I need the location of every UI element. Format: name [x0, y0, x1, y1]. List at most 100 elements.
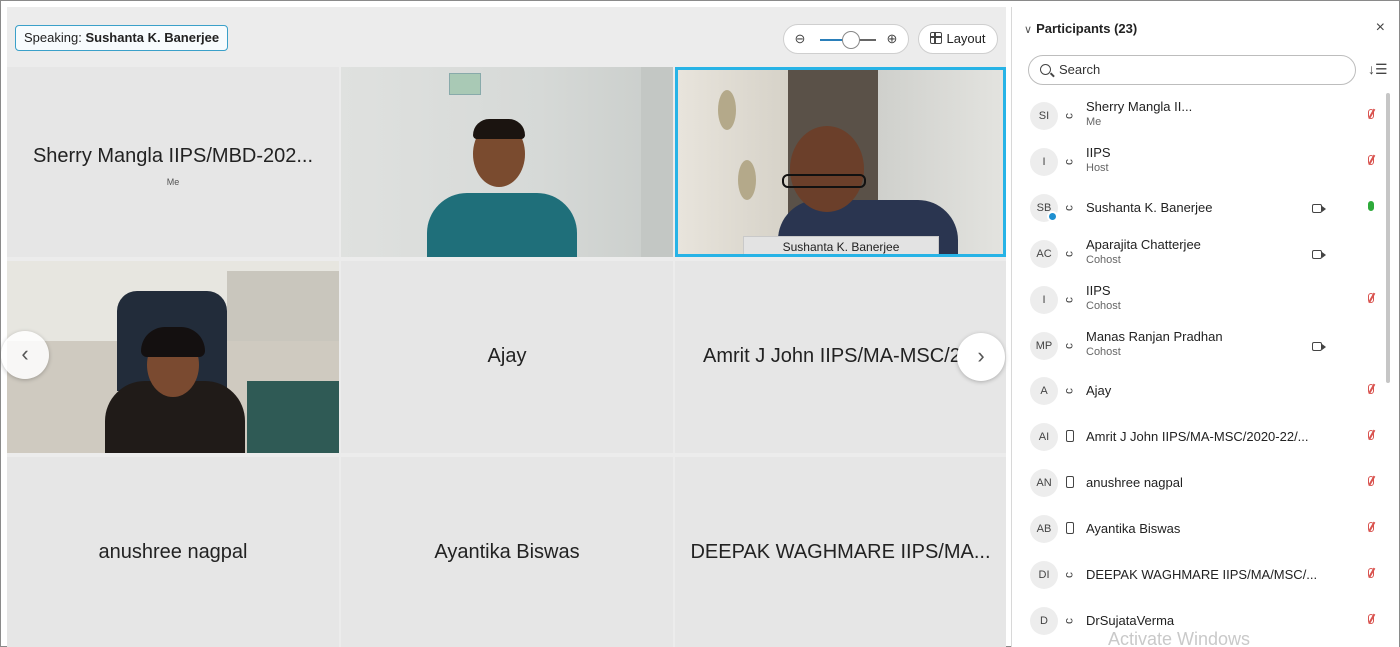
participant-row[interactable]: AB Ayantika Biswas [1012, 506, 1382, 552]
chevron-down-icon[interactable]: ∨ [1024, 24, 1032, 36]
layout-button[interactable]: Layout [918, 24, 998, 54]
headset-icon: ↄ [1063, 296, 1077, 303]
mic-muted-icon[interactable] [1368, 154, 1374, 165]
headset-icon: ↄ [1063, 250, 1077, 257]
phone-icon [1066, 476, 1074, 489]
mic-muted-icon[interactable] [1368, 476, 1374, 487]
avatar: D [1030, 606, 1058, 635]
video-tile[interactable]: Ajay [341, 261, 673, 453]
avatar: MP [1030, 331, 1058, 360]
windows-activation-watermark: Activate Windows [1108, 629, 1251, 647]
participant-name: anushree nagpal [1086, 475, 1183, 491]
mic-muted-icon[interactable] [1368, 109, 1374, 119]
participant-row[interactable]: MP ↄ Manas Ranjan Pradhan Cohost [1012, 323, 1382, 369]
zoom-handle[interactable] [842, 31, 860, 49]
layout-label: Layout [946, 31, 986, 46]
participant-row[interactable]: SI ↄ Sherry Mangla II... Me [1012, 93, 1382, 139]
speaking-indicator: Speaking: Sushanta K. Banerjee [15, 25, 229, 51]
participant-row[interactable]: Iↄ IIPS Cohost [1012, 277, 1382, 323]
participant-name: IIPS [1086, 144, 1111, 160]
camera-icon[interactable] [1312, 341, 1326, 351]
avatar: I [1030, 147, 1058, 176]
video-tile[interactable]: anushree nagpal [7, 457, 339, 647]
mic-on-icon[interactable] [1368, 200, 1374, 211]
previous-page-button[interactable]: ‹ [1, 331, 49, 379]
video-area: Speaking: Sushanta K. Banerjee ⊖ ⊕ Layou… [1, 7, 1006, 647]
participant-row[interactable]: DI ↄ DEEPAK WAGHMARE IIPS/MA/MSC/... [1012, 552, 1382, 598]
mic-muted-icon[interactable] [1368, 568, 1374, 578]
tile-name: Ayantika Biswas [434, 541, 580, 563]
mic-muted-icon[interactable] [1368, 522, 1374, 533]
headset-icon: ↄ [1063, 572, 1077, 578]
participant-name: DrSujataVerma [1086, 612, 1175, 628]
participant-search-input[interactable]: Search [1028, 55, 1356, 85]
participants-panel: ∨ Participants (23) × Search ↓☰ SI ↄ Sherry… [1011, 7, 1399, 647]
participant-row[interactable]: Aↄ Ajay [1012, 368, 1382, 414]
participant-name: Ayantika Biswas [1086, 521, 1181, 537]
video-feed [678, 70, 1003, 254]
mic-muted-icon[interactable] [1368, 292, 1374, 303]
chevron-left-icon: ‹ [21, 341, 29, 366]
avatar: DI [1030, 561, 1058, 589]
avatar: AI [1030, 423, 1058, 452]
participants-title: Participants (23) [1036, 21, 1138, 36]
tile-name: anushree nagpal [98, 541, 248, 563]
tile-name: Ajay [487, 345, 527, 367]
scrollbar[interactable] [1386, 93, 1390, 383]
next-page-button[interactable]: › [957, 333, 1005, 381]
headset-icon: ↄ [1063, 617, 1077, 624]
participant-name: Sushanta K. Banerjee [1086, 199, 1213, 215]
participant-row[interactable]: AI Amrit J John IIPS/MA-MSC/2020-22/... [1012, 414, 1382, 460]
avatar: SI [1030, 102, 1058, 130]
video-tile-self[interactable]: Sherry Mangla IIPS/MBD-202... Me [7, 67, 339, 257]
video-toolbar: Speaking: Sushanta K. Banerjee ⊖ ⊕ Layou… [7, 7, 1006, 65]
close-panel-button[interactable]: × [1376, 19, 1385, 37]
participant-name: IIPS [1086, 282, 1111, 298]
tile-name: DEEPAK WAGHMARE IIPS/MA... [690, 541, 991, 563]
mic-muted-icon[interactable] [1368, 430, 1374, 441]
video-name-tag: Sushanta K. Banerjee [743, 236, 939, 254]
active-status-icon [1047, 210, 1058, 222]
video-tile-camera[interactable] [341, 67, 673, 257]
participant-name: Sherry Mangla II... [1086, 99, 1193, 114]
participant-row[interactable]: AC ↄ Aparajita Chatterjee Cohost [1012, 231, 1382, 277]
mic-muted-icon[interactable] [1368, 613, 1374, 624]
zoom-out-icon[interactable]: ⊖ [792, 31, 808, 47]
search-placeholder: Search [1059, 62, 1101, 77]
participant-role: Host [1086, 161, 1109, 174]
participant-row[interactable]: Iↄ IIPS Host [1012, 139, 1382, 185]
grid-layout-icon [930, 32, 943, 44]
participant-row[interactable]: SB ↄ Sushanta K. Banerjee [1012, 185, 1382, 231]
participant-role: Me [1086, 116, 1102, 128]
participant-name: Aparajita Chatterjee [1086, 236, 1201, 252]
participant-row[interactable]: AN anushree nagpal [1012, 460, 1382, 506]
mic-muted-icon[interactable] [1368, 384, 1374, 395]
avatar: AB [1030, 515, 1058, 544]
participant-role: Cohost [1086, 299, 1121, 312]
avatar: I [1030, 285, 1058, 314]
participant-name: Amrit J John IIPS/MA-MSC/2020-22/... [1086, 429, 1309, 445]
participants-header[interactable]: ∨ Participants (23) [1024, 21, 1137, 36]
video-tile-active-speaker[interactable]: Sushanta K. Banerjee [675, 67, 1006, 257]
video-tile[interactable]: Ayantika Biswas [341, 457, 673, 647]
headset-icon: ↄ [1063, 158, 1077, 165]
video-tile[interactable]: DEEPAK WAGHMARE IIPS/MA... [675, 457, 1006, 647]
speaking-name: Sushanta K. Banerjee [85, 30, 220, 45]
zoom-in-icon[interactable]: ⊕ [884, 31, 900, 47]
phone-icon [1066, 522, 1074, 535]
meeting-window: Speaking: Sushanta K. Banerjee ⊖ ⊕ Layou… [0, 0, 1400, 647]
camera-icon[interactable] [1312, 203, 1326, 213]
speaking-prefix: Speaking: [24, 30, 82, 45]
headset-icon: ↄ [1063, 204, 1077, 211]
video-tile-camera[interactable] [7, 261, 339, 453]
participant-name: DEEPAK WAGHMARE IIPS/MA/MSC/... [1086, 567, 1318, 582]
zoom-slider[interactable]: ⊖ ⊕ [783, 24, 909, 54]
participant-role: Cohost [1086, 253, 1121, 266]
camera-icon[interactable] [1312, 249, 1326, 259]
chevron-right-icon: › [977, 343, 985, 368]
sort-icon[interactable]: ↓☰ [1368, 61, 1388, 78]
avatar: AC [1030, 239, 1058, 268]
avatar: AN [1030, 469, 1058, 498]
participant-role: Cohost [1086, 345, 1121, 358]
tile-name: Sherry Mangla IIPS/MBD-202... [32, 145, 314, 167]
